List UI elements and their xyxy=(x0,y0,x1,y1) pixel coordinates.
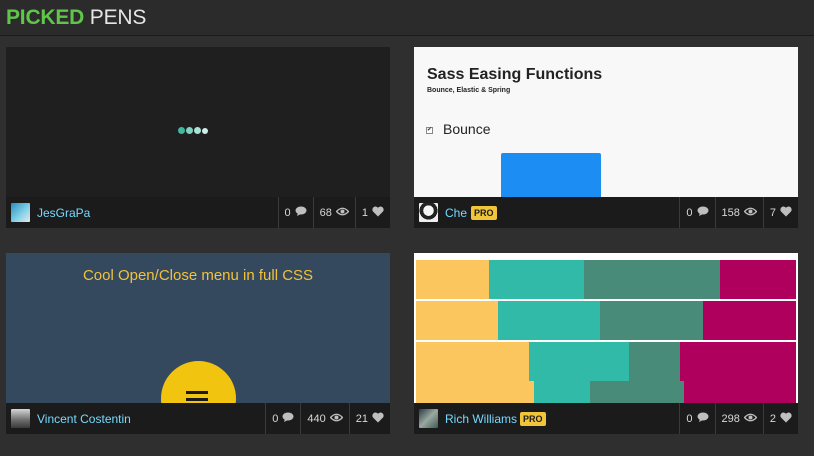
comments-stat[interactable]: 0 xyxy=(679,197,714,228)
title-rest: PENS xyxy=(89,6,147,29)
views-stat: 298 xyxy=(714,403,763,434)
band-segment xyxy=(534,381,590,403)
views-stat: 440 xyxy=(300,403,348,434)
bounce-label: Bounce xyxy=(443,121,491,137)
pen-preview[interactable]: Sass Easing Functions Bounce, Elastic & … xyxy=(414,47,798,197)
preview-title: Cool Open/Close menu in full CSS xyxy=(82,267,314,284)
band-segment xyxy=(498,301,600,340)
comments-count: 0 xyxy=(686,206,693,219)
band-segment xyxy=(600,301,703,340)
author-link[interactable]: Che xyxy=(445,206,467,220)
title-accent: PICKED xyxy=(6,6,85,29)
avatar[interactable] xyxy=(11,409,30,428)
views-count: 440 xyxy=(307,412,326,425)
pen-card[interactable]: Rich Williams PRO 0 298 2 xyxy=(414,253,798,434)
hamburger-bar xyxy=(186,391,208,394)
pen-preview[interactable] xyxy=(6,47,390,197)
preview-subtitle: Bounce, Elastic & Spring xyxy=(427,87,511,94)
pen-stats: 0 298 2 xyxy=(679,403,798,434)
section-header: PICKED PENS xyxy=(0,0,814,36)
pen-stats: 0 158 7 xyxy=(679,197,798,228)
heart-icon xyxy=(780,412,792,426)
comment-icon xyxy=(697,206,709,219)
pen-meta: Che PRO 0 158 7 xyxy=(414,197,798,228)
band-segment xyxy=(489,260,584,299)
section-title: PICKED PENS xyxy=(6,6,146,30)
band-segment xyxy=(590,381,684,403)
heart-icon xyxy=(780,206,792,220)
avatar[interactable] xyxy=(419,409,438,428)
menu-toggle-button[interactable] xyxy=(161,361,236,403)
comments-stat[interactable]: 0 xyxy=(679,403,714,434)
avatar[interactable] xyxy=(11,203,30,222)
comment-icon xyxy=(282,412,294,425)
pen-preview[interactable]: Cool Open/Close menu in full CSS xyxy=(6,253,390,403)
pen-preview[interactable] xyxy=(414,253,798,403)
band-segment xyxy=(684,381,796,403)
easing-demo-box xyxy=(501,153,601,197)
band-segment xyxy=(416,301,498,340)
pen-meta: Rich Williams PRO 0 298 2 xyxy=(414,403,798,434)
pro-badge[interactable]: PRO xyxy=(520,412,546,426)
band-segment xyxy=(720,260,796,299)
band-segment xyxy=(416,342,529,381)
pen-stats: 0 68 1 xyxy=(277,197,391,228)
comment-icon xyxy=(697,412,709,425)
pen-card[interactable]: Sass Easing Functions Bounce, Elastic & … xyxy=(414,47,798,228)
heart-icon xyxy=(372,206,384,220)
likes-count: 21 xyxy=(355,412,368,425)
comment-icon xyxy=(295,206,307,219)
avatar[interactable] xyxy=(419,203,438,222)
loader-dot xyxy=(194,127,201,134)
pen-meta: Vincent Costentin 0 440 21 xyxy=(6,403,390,434)
band-segment xyxy=(529,342,629,381)
views-count: 68 xyxy=(319,206,332,219)
hamburger-bar xyxy=(186,398,208,401)
likes-count: 7 xyxy=(769,206,776,219)
comments-stat[interactable]: 0 xyxy=(277,197,313,228)
likes-stat[interactable]: 1 xyxy=(354,197,390,228)
band-segment xyxy=(416,381,534,403)
heart-icon xyxy=(372,412,384,426)
comments-count: 0 xyxy=(686,412,693,425)
comments-count: 0 xyxy=(272,412,279,425)
loader-dot xyxy=(202,128,208,134)
pro-badge[interactable]: PRO xyxy=(471,206,497,220)
likes-stat[interactable]: 7 xyxy=(762,197,798,228)
band-segment xyxy=(416,260,489,299)
eye-icon xyxy=(743,207,758,219)
band-segment xyxy=(584,260,720,299)
likes-stat[interactable]: 2 xyxy=(762,403,798,434)
views-count: 158 xyxy=(721,206,740,219)
comments-count: 0 xyxy=(284,206,291,219)
pen-card[interactable]: Cool Open/Close menu in full CSS Vincent… xyxy=(6,253,390,434)
pen-meta: JesGraPa 0 68 1 xyxy=(6,197,390,228)
band-segment xyxy=(703,301,796,340)
eye-icon xyxy=(329,413,344,425)
author-link[interactable]: JesGraPa xyxy=(37,206,90,220)
views-stat: 68 xyxy=(312,197,355,228)
band-segment xyxy=(629,342,680,381)
views-count: 298 xyxy=(721,412,740,425)
loader-dot xyxy=(178,127,185,134)
author-link[interactable]: Rich Williams xyxy=(445,412,517,426)
band-segment xyxy=(680,342,796,381)
eye-icon xyxy=(743,413,758,425)
eye-icon xyxy=(335,207,350,219)
preview-title: Sass Easing Functions xyxy=(427,66,603,83)
likes-count: 1 xyxy=(361,206,368,219)
loader-dot xyxy=(186,127,193,134)
author-link[interactable]: Vincent Costentin xyxy=(37,412,131,426)
comments-stat[interactable]: 0 xyxy=(265,403,300,434)
pen-stats: 0 440 21 xyxy=(265,403,390,434)
bounce-checkbox[interactable]: ✔ xyxy=(426,127,433,134)
pen-card[interactable]: JesGraPa 0 68 1 xyxy=(6,47,390,228)
likes-stat[interactable]: 21 xyxy=(348,403,390,434)
likes-count: 2 xyxy=(769,412,776,425)
views-stat: 158 xyxy=(714,197,763,228)
